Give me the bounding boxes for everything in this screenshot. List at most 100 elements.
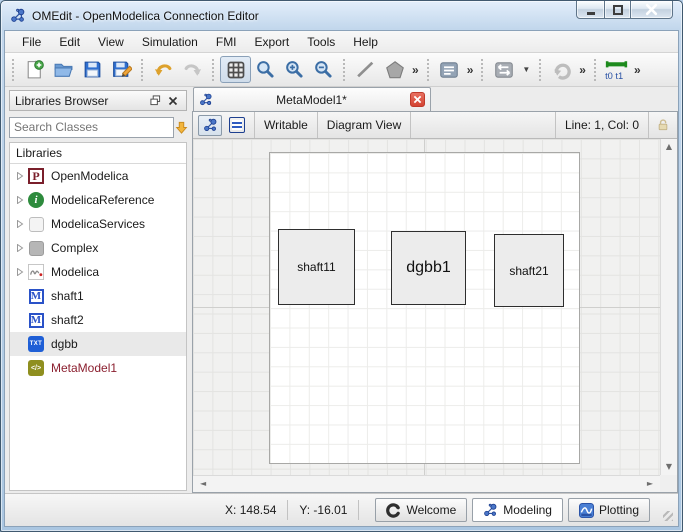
menu-bar: File Edit View Simulation FMI Export Too… [5,31,678,53]
cursor-y-coordinate: Y: -16.01 [299,503,348,517]
simulation-more-button[interactable]: » [631,63,644,77]
libraries-browser-titlebar: Libraries Browser [9,90,187,111]
save-as-button[interactable] [107,56,136,83]
library-item-shaft2[interactable]: shaft2 [10,308,186,332]
shapes-more-button[interactable]: » [409,63,422,77]
component-dgbb1[interactable]: dgbb1 [391,231,466,305]
show-grid-button[interactable] [220,56,251,83]
connect-menu-button[interactable]: ▼ [518,65,534,74]
menu-fmi[interactable]: FMI [207,33,246,51]
vertical-scrollbar[interactable]: ▲ ▼ [660,139,677,475]
diagram-canvas[interactable]: shaft11 dgbb1 shaft21 [193,139,660,475]
tab-metamodel1[interactable]: MetaModel1* [193,87,431,111]
library-item-modelica[interactable]: Modelica [10,260,186,284]
scroll-up-icon[interactable]: ▲ [662,139,676,155]
libraries-tree: Libraries OpenModelica ModelicaReference [9,142,187,491]
expand-icon[interactable] [13,268,26,276]
toolbar-drag-handle[interactable] [481,58,485,81]
modeling-icon [484,503,497,516]
library-item-metamodel1[interactable]: MetaModel1 [10,356,186,380]
library-item-complex[interactable]: Complex [10,236,186,260]
metamodel-icon [27,359,45,377]
line-shape-button[interactable] [351,56,380,83]
menu-simulation[interactable]: Simulation [133,33,207,51]
save-as-icon [113,61,132,77]
resize-grip[interactable] [663,511,673,521]
libraries-tree-header: Libraries [10,143,186,164]
text-file-icon [27,335,45,353]
modelica-icon [27,263,45,281]
search-input[interactable] [9,116,174,138]
toolbar-drag-handle[interactable] [141,58,145,81]
simulation-time-icon: t0 t1 [605,61,628,81]
text-shape-button[interactable] [435,56,464,83]
toolbar-drag-handle[interactable] [12,58,16,81]
search-scope-button[interactable] [174,116,189,138]
cursor-x-coordinate: X: 148.54 [225,503,277,517]
main-toolbar: » » ▼ » t0 t1 » [5,53,678,87]
re-simulate-button[interactable] [547,56,576,83]
tab-label: MetaModel1* [276,92,347,107]
text-view-button[interactable] [225,115,249,136]
library-item-openmodelica[interactable]: OpenModelica [10,164,186,188]
plotting-perspective-button[interactable]: Plotting [567,498,650,522]
close-button[interactable] [630,1,673,19]
model-icon [27,287,45,305]
scroll-down-icon[interactable]: ▼ [662,459,676,475]
diagram-view-button[interactable] [198,114,222,136]
library-item-modelicareference[interactable]: ModelicaReference [10,188,186,212]
minimize-button[interactable] [576,1,605,19]
library-item-shaft1[interactable]: shaft1 [10,284,186,308]
library-item-dgbb[interactable]: dgbb [10,332,186,356]
zoom-fit-button[interactable] [251,56,280,83]
redo-button[interactable] [178,56,207,83]
toolbar-drag-handle[interactable] [212,58,216,81]
toolbar-drag-handle[interactable] [343,58,347,81]
re-simulate-more-button[interactable]: » [576,63,589,77]
open-folder-icon [54,63,73,77]
menu-file[interactable]: File [13,33,50,51]
welcome-perspective-button[interactable]: Welcome [375,498,468,522]
text-lines-icon [440,61,458,78]
menu-help[interactable]: Help [344,33,387,51]
dock-float-button[interactable] [147,93,164,109]
lock-button[interactable] [649,112,677,138]
toolbar-drag-handle[interactable] [539,58,543,81]
scroll-right-icon[interactable]: ► [643,476,657,492]
menu-view[interactable]: View [89,33,133,51]
zoom-in-icon [286,61,303,78]
menu-export[interactable]: Export [246,33,299,51]
zoom-in-button[interactable] [280,56,309,83]
menu-tools[interactable]: Tools [298,33,344,51]
window-controls [576,1,673,19]
dock-close-button[interactable] [164,93,181,109]
expand-icon[interactable] [13,196,26,204]
tab-close-button[interactable] [410,92,425,107]
simulation-time-button[interactable]: t0 t1 [602,56,631,83]
model-tab-icon [200,93,212,105]
zoom-out-button[interactable] [309,56,338,83]
undo-button[interactable] [149,56,178,83]
component-shaft21[interactable]: shaft21 [494,234,564,307]
modeling-perspective-button[interactable]: Modeling [472,498,563,522]
open-file-button[interactable] [49,56,78,83]
save-button[interactable] [78,56,107,83]
library-item-modelicaservices[interactable]: ModelicaServices [10,212,186,236]
title-bar: OMEdit - OpenModelica Connection Editor [1,1,682,30]
polygon-shape-button[interactable] [380,56,409,83]
expand-icon[interactable] [13,244,26,252]
toolbar-drag-handle[interactable] [593,58,598,81]
maximize-button[interactable] [604,1,631,19]
horizontal-scrollbar[interactable]: ◄ ► [193,475,660,492]
menu-edit[interactable]: Edit [50,33,89,51]
expand-icon[interactable] [13,172,26,180]
expand-icon[interactable] [13,220,26,228]
new-model-button[interactable] [20,56,49,83]
component-shaft11[interactable]: shaft11 [278,229,355,305]
toolbar-drag-handle[interactable] [426,58,431,81]
scroll-left-icon[interactable]: ◄ [196,476,210,492]
text-more-button[interactable]: » [464,63,477,77]
package-icon [27,215,45,233]
writable-indicator[interactable]: Writable [255,112,318,138]
connect-mode-button[interactable] [489,56,518,83]
